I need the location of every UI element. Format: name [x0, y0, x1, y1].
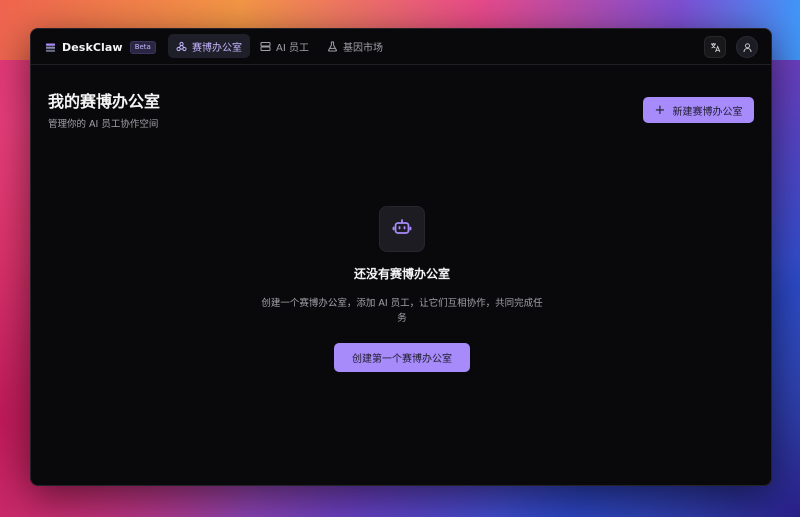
app-name: DeskClaw — [62, 40, 123, 54]
page-header: 我的赛博办公室 管理你的 AI 员工协作空间 — [48, 92, 160, 130]
nav-label: 赛博办公室 — [192, 42, 242, 54]
network-icon — [176, 41, 187, 52]
top-bar: DeskClaw Beta 赛博办公室 AI 员工 基因市场 — [31, 29, 771, 65]
plus-icon: + — [654, 102, 666, 118]
bot-icon — [392, 217, 412, 241]
empty-state-icon-box — [379, 206, 425, 252]
empty-state-title: 还没有赛博办公室 — [353, 267, 450, 281]
new-cyber-office-button[interactable]: + 新建赛博办公室 — [643, 97, 754, 123]
translate-icon — [710, 38, 721, 57]
page-subtitle: 管理你的 AI 员工协作空间 — [48, 119, 159, 130]
nav-item-gene-market[interactable]: 基因市场 — [319, 34, 391, 58]
nav-item-cyber-office[interactable]: 赛博办公室 — [168, 34, 250, 58]
beta-badge: Beta — [129, 40, 156, 54]
user-icon — [742, 38, 753, 57]
server-icon — [260, 41, 271, 52]
user-menu-button[interactable] — [736, 36, 758, 58]
nav-label: AI 员工 — [276, 42, 309, 54]
language-button[interactable] — [704, 36, 726, 58]
app-window: DeskClaw Beta 赛博办公室 AI 员工 基因市场 我的赛博办公室 管… — [30, 28, 772, 486]
empty-state: 还没有赛博办公室 创建一个赛博办公室，添加 AI 员工，让它们互相协作，共同完成… — [31, 206, 771, 372]
nav-item-ai-staff[interactable]: AI 员工 — [252, 34, 317, 58]
flask-icon — [327, 41, 338, 52]
new-button-label: 新建赛博办公室 — [672, 106, 743, 118]
main-nav: 赛博办公室 AI 员工 基因市场 — [168, 34, 393, 58]
nav-label: 基因市场 — [342, 42, 383, 54]
brand[interactable]: DeskClaw Beta — [45, 38, 156, 56]
page-title: 我的赛博办公室 — [48, 92, 161, 111]
empty-state-description: 创建一个赛博办公室，添加 AI 员工，让它们互相协作，共同完成任务 — [261, 298, 543, 324]
create-first-office-button[interactable]: 创建第一个赛博办公室 — [334, 343, 470, 372]
app-logo-icon — [45, 42, 56, 53]
